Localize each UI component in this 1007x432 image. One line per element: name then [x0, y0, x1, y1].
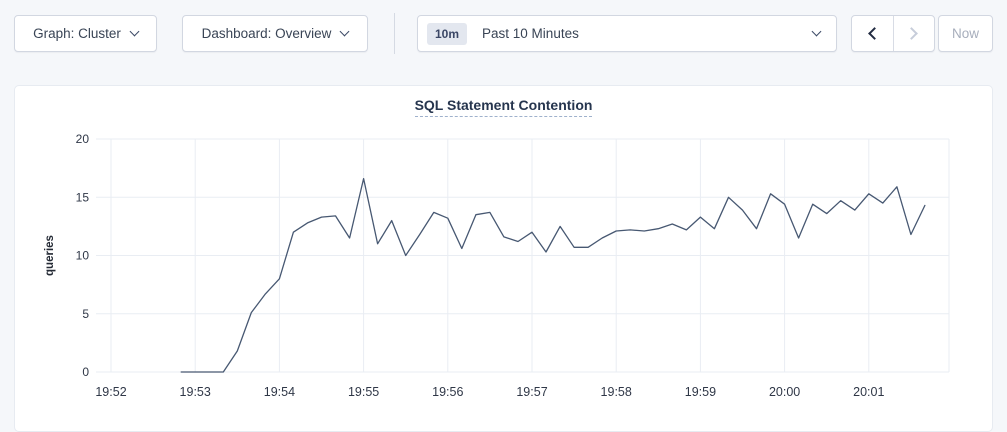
time-backward-button[interactable] [852, 16, 893, 51]
x-tick-label: 19:53 [180, 385, 211, 399]
time-range-badge: 10m [427, 23, 467, 45]
graph-dropdown[interactable]: Graph: Cluster [14, 15, 157, 52]
dashboard-dropdown[interactable]: Dashboard: Overview [182, 15, 368, 52]
chevron-right-icon [905, 27, 918, 40]
dashboard-dropdown-label: Dashboard: Overview [202, 26, 332, 41]
x-tick-label: 20:01 [853, 385, 884, 399]
x-tick-label: 19:59 [685, 385, 716, 399]
y-tick-label: 10 [76, 249, 90, 263]
chart-title[interactable]: SQL Statement Contention [415, 97, 593, 117]
time-forward-button[interactable] [893, 16, 935, 51]
toolbar-divider [394, 13, 395, 54]
toolbar: Graph: Cluster Dashboard: Overview 10m P… [0, 0, 1007, 70]
chevron-down-icon [812, 27, 822, 37]
y-tick-label: 15 [76, 190, 90, 204]
x-tick-label: 20:00 [769, 385, 800, 399]
x-tick-label: 19:55 [348, 385, 379, 399]
chevron-down-icon [340, 27, 350, 37]
x-tick-label: 19:56 [432, 385, 463, 399]
x-tick-label: 19:54 [264, 385, 295, 399]
chevron-left-icon [868, 27, 881, 40]
y-tick-label: 0 [82, 365, 89, 379]
graph-dropdown-label: Graph: Cluster [33, 26, 121, 41]
chart-line [181, 179, 925, 372]
y-axis-label: queries [44, 235, 56, 276]
x-tick-label: 19:58 [601, 385, 632, 399]
contention-line-chart: 0 5 10 15 20 19:52 19:53 19:54 19:55 19:56 19:57 19… [15, 86, 994, 432]
y-tick-label: 5 [82, 307, 89, 321]
x-tick-label: 19:52 [95, 385, 126, 399]
chevron-down-icon [129, 27, 139, 37]
time-range-dropdown[interactable]: 10m Past 10 Minutes [417, 15, 837, 52]
chart-title-row: SQL Statement Contention [15, 97, 992, 117]
y-tick-label: 20 [76, 132, 90, 146]
time-range-label: Past 10 Minutes [482, 26, 579, 41]
chart-card: 0 5 10 15 20 19:52 19:53 19:54 19:55 19:56 19:57 19… [14, 85, 993, 432]
time-shift-button-group [851, 15, 935, 52]
x-tick-label: 19:57 [516, 385, 547, 399]
now-button[interactable]: Now [938, 15, 993, 52]
